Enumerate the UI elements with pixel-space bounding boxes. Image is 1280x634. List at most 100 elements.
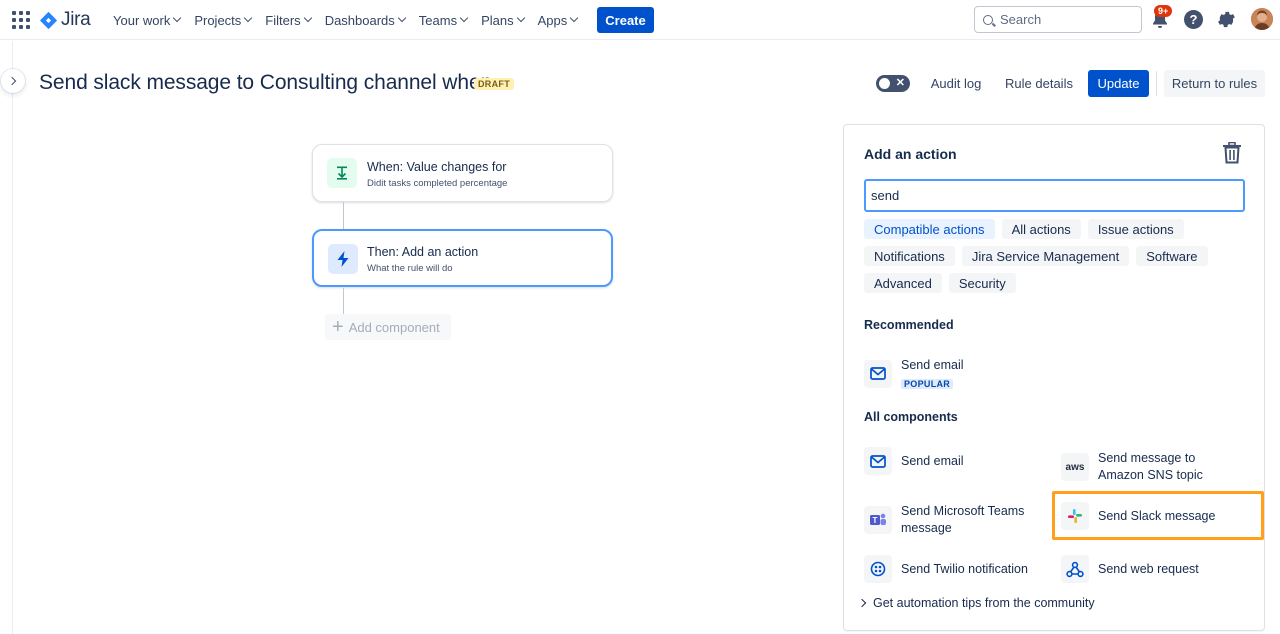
trigger-card[interactable]: When: Value changes for Didit tasks comp… [312,144,613,202]
add-action-panel: Add an action Compatible actions All act… [843,124,1265,631]
action-title: Then: Add an action [367,245,479,259]
filter-jira-service-management[interactable]: Jira Service Management [961,246,1130,266]
component-send-email[interactable]: Send email [864,447,964,475]
component-send-teams[interactable]: T Send Microsoft Teams message [864,503,1054,537]
option-label: Send web request [1098,561,1199,576]
toggle-knob [879,78,890,89]
aws-icon: aws [1061,453,1089,481]
filter-row: Compatible actions All actions Issue act… [864,219,1244,239]
automation-tips-toggle[interactable]: Get automation tips from the community [857,596,1095,610]
recommended-heading: Recommended [864,318,954,332]
update-button[interactable]: Update [1088,70,1149,97]
svg-text:T: T [873,516,878,525]
chevron-down-icon [459,13,469,23]
search-icon [983,14,993,25]
panel-title: Add an action [864,146,957,162]
status-badge: DRAFT [474,78,514,90]
help-icon[interactable]: ? [1184,10,1203,29]
user-avatar-icon [1251,8,1273,30]
action-filter-chips: Compatible actions All actions Issue act… [864,219,1244,300]
filter-issue-actions[interactable]: Issue actions [1087,219,1184,239]
rule-enabled-toggle[interactable]: ✕ [876,75,910,92]
filter-notifications[interactable]: Notifications [864,246,955,266]
search-input[interactable] [1000,12,1130,27]
filter-compatible-actions[interactable]: Compatible actions [864,219,995,239]
option-label: Send email [901,453,964,468]
microsoft-teams-icon: T [864,506,892,534]
filter-advanced[interactable]: Advanced [864,273,942,293]
nav-label: Teams [418,12,458,28]
filter-all-actions[interactable]: All actions [1001,219,1081,239]
plus-icon: + [332,316,344,338]
nav-teams[interactable]: Teams [412,0,474,40]
chevron-down-icon [173,13,182,23]
jira-logo[interactable]: Jira [39,9,91,31]
left-sidebar-collapsed [0,41,13,634]
nav-menu: Your work Projects Filters Dashboards Te… [106,0,584,40]
recommended-text: Send email POPULAR [901,357,964,390]
nav-label: Projects [194,12,242,28]
expand-sidebar-button[interactable] [1,69,25,93]
twilio-icon [864,555,892,583]
app-switcher-icon[interactable] [12,11,30,29]
filter-row: Notifications Jira Service Management So… [864,246,1244,266]
action-icon [328,244,358,274]
nav-projects[interactable]: Projects [187,0,258,40]
option-label: Send Microsoft Teams message [901,504,1025,535]
component-send-web-request[interactable]: Send web request [1061,555,1199,583]
option-label: Send Twilio notification [901,561,1028,576]
filter-security[interactable]: Security [948,273,1016,293]
option-label: Send message to Amazon SNS topic [1098,451,1203,482]
nav-your-work[interactable]: Your work [106,0,187,40]
popular-badge: POPULAR [901,379,954,389]
chevron-down-icon [244,13,253,23]
option-label: Send email [901,358,964,372]
page-title: Send slack message to Consulting channel… [39,71,493,94]
component-send-sns[interactable]: aws Send message to Amazon SNS topic [1061,450,1231,484]
filter-software[interactable]: Software [1136,246,1208,266]
nav-apps[interactable]: Apps [531,0,585,40]
flow-connector [343,288,344,314]
jira-icon [40,11,57,29]
trigger-icon [327,158,357,188]
nav-plans[interactable]: Plans [474,0,531,40]
lightning-icon [337,251,349,267]
nav-filters[interactable]: Filters [258,0,317,40]
gear-icon[interactable] [1216,9,1237,30]
add-component-button[interactable]: + Add component [325,314,451,340]
chevron-down-icon [303,13,312,23]
chevron-right-icon [857,598,867,608]
filter-row: Advanced Security [864,273,1244,293]
notification-badge: 9+ [1154,5,1173,17]
aws-text: aws [1065,461,1085,473]
header-divider [1156,71,1157,96]
envelope-icon [864,359,892,388]
rule-details-button[interactable]: Rule details [999,70,1079,97]
all-components-heading: All components [864,410,958,424]
chevron-down-icon [397,13,407,23]
nav-dashboards[interactable]: Dashboards [318,0,412,40]
top-navigation: Jira Your work Projects Filters Dashboar… [0,0,1280,40]
nav-label: Your work [113,12,171,28]
avatar[interactable] [1251,8,1273,30]
action-subtitle: What the rule will do [367,263,453,274]
envelope-icon [864,447,892,475]
action-card[interactable]: Then: Add an action What the rule will d… [312,229,613,287]
help-glyph: ? [1189,12,1198,27]
component-send-twilio[interactable]: Send Twilio notification [864,555,1028,583]
audit-log-button[interactable]: Audit log [921,70,991,97]
chevron-down-icon [570,13,579,23]
return-to-rules-button[interactable]: Return to rules [1164,70,1265,97]
chevron-right-icon [7,76,17,86]
nav-label: Plans [481,12,514,28]
trash-icon[interactable] [1222,142,1242,164]
search-field[interactable] [974,6,1142,33]
trigger-title: When: Value changes for [367,160,507,174]
add-component-label: Add component [348,319,440,335]
action-search-input[interactable] [864,179,1245,212]
nav-label: Apps [537,12,568,28]
recommended-send-email[interactable]: Send email POPULAR [864,357,964,390]
webhook-icon [1061,555,1089,583]
nav-label: Filters [265,12,301,28]
create-button[interactable]: Create [597,7,654,33]
